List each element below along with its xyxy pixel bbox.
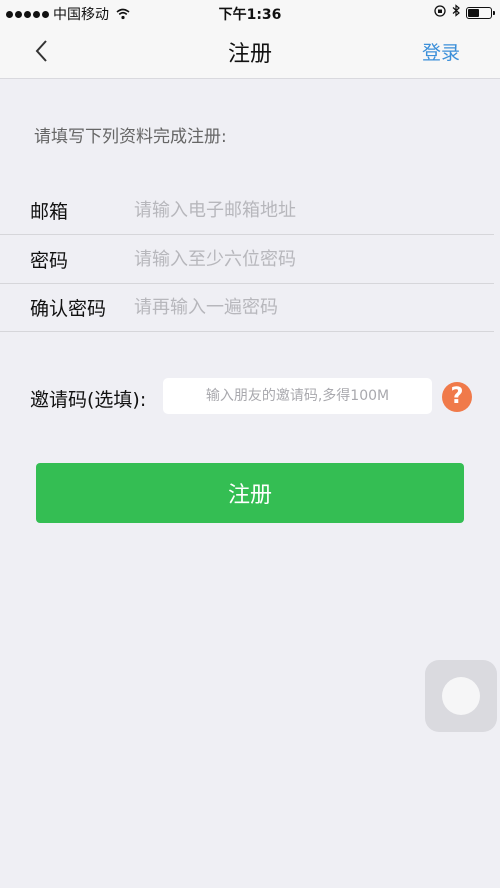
nav-bar: 注册 登录	[0, 26, 500, 79]
status-right	[434, 4, 495, 21]
confirm-password-row: 确认密码	[0, 283, 494, 332]
orientation-lock-icon	[434, 4, 446, 21]
email-row: 邮箱	[0, 186, 494, 235]
password-label: 密码	[30, 249, 69, 272]
email-label: 邮箱	[30, 200, 69, 223]
confirm-password-label: 确认密码	[30, 297, 107, 320]
confirm-password-field[interactable]	[132, 288, 476, 326]
battery-icon	[466, 6, 495, 19]
password-field[interactable]	[132, 240, 476, 278]
invite-code-input[interactable]	[163, 378, 432, 414]
bluetooth-icon	[452, 4, 460, 21]
email-field[interactable]	[132, 191, 476, 229]
register-button[interactable]: 注册	[36, 463, 464, 523]
battery-fill	[468, 8, 479, 17]
password-row: 密码	[0, 235, 494, 284]
assistive-touch-icon	[442, 677, 480, 715]
help-icon[interactable]: ?	[442, 382, 472, 412]
form-instruction: 请填写下列资料完成注册:	[34, 127, 227, 147]
status-bar: 中国移动 下午1:36	[0, 0, 500, 26]
assistive-touch-button[interactable]	[425, 660, 497, 732]
invite-code-label: 邀请码(选填):	[30, 389, 147, 411]
login-link[interactable]: 登录	[422, 38, 460, 65]
status-time: 下午1:36	[218, 7, 282, 23]
